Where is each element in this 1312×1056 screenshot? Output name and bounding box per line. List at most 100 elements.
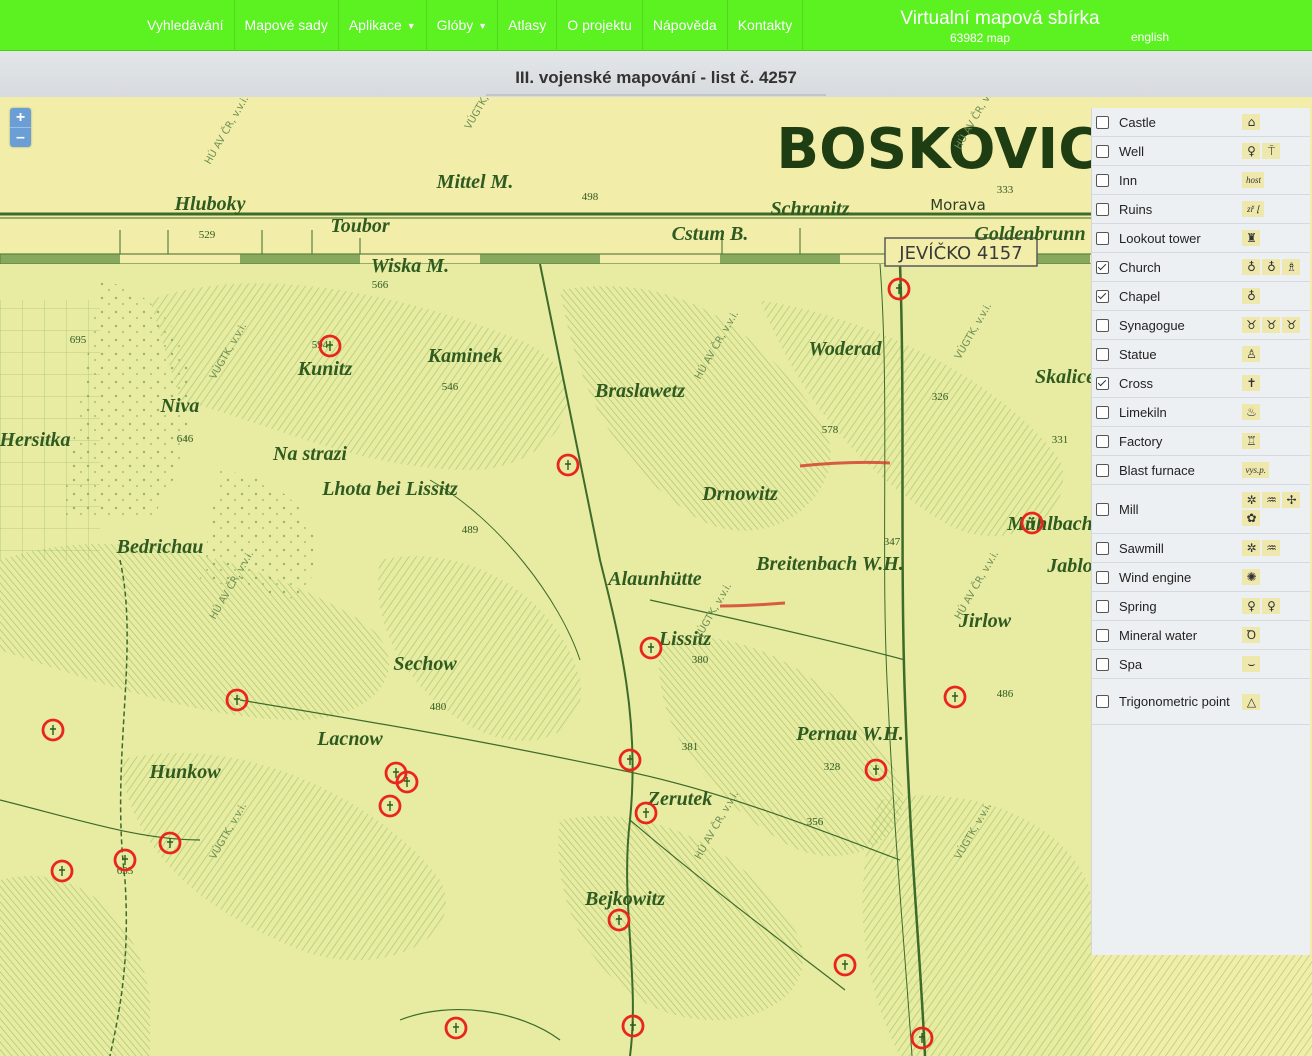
legend-checkbox[interactable] (1096, 599, 1109, 613)
elevation-label: 331 (1052, 434, 1069, 446)
legend-symbol-group: ♁ (1242, 288, 1310, 304)
legend-item-mill[interactable]: Mill ✲ ♒ ✢ ✿ (1092, 485, 1310, 534)
legend-checkbox[interactable] (1096, 202, 1109, 216)
legend-checkbox[interactable] (1096, 289, 1109, 303)
legend-item-blast-furnace[interactable]: Blast furnace vys.p. (1092, 456, 1310, 485)
map-symbol-icon: ♉ (1262, 317, 1281, 333)
map-symbol-icon: ♗ (1282, 259, 1301, 275)
nav-item-kontakty[interactable]: Kontakty (728, 0, 804, 51)
place-name: Breitenbach W.H. (755, 553, 904, 575)
legend-symbol-group: ✝ (1242, 375, 1310, 391)
place-name: Alaunhütte (606, 568, 702, 590)
place-name: Skalice (1035, 366, 1095, 388)
zoom-out-button[interactable]: – (10, 127, 31, 147)
place-name: Lacnow (316, 728, 383, 750)
map-symbol-icon: ♁ (1242, 259, 1261, 275)
legend-item-cross[interactable]: Cross ✝ (1092, 369, 1310, 398)
elevation-label: 646 (177, 433, 194, 445)
legend-label: Trigonometric point (1119, 694, 1230, 709)
legend-symbol-group: ♙ (1242, 346, 1310, 362)
legend-label: Synagogue (1119, 317, 1185, 333)
legend-checkbox[interactable] (1096, 405, 1109, 419)
elevation-label: 328 (824, 761, 841, 773)
zoom-in-button[interactable]: + (10, 108, 31, 127)
nav-item-atlasy[interactable]: Atlasy (498, 0, 558, 51)
legend-item-sawmill[interactable]: Sawmill ✲ ♒ (1092, 534, 1310, 563)
language-switch-link[interactable]: english (1131, 30, 1169, 44)
elevation-label: 347 (884, 536, 901, 548)
legend-item-lookout-tower[interactable]: Lookout tower ♜ (1092, 224, 1310, 253)
legend-checkbox[interactable] (1096, 541, 1109, 555)
nav-item-label: Kontakty (737, 17, 793, 33)
map-symbol-icon: ✲ (1242, 540, 1261, 556)
legend-item-synagogue[interactable]: Synagogue ♉ ♉ ♉ (1092, 311, 1310, 340)
legend-checkbox[interactable] (1096, 628, 1109, 642)
legend-symbol-group: ✲ ♒ (1242, 540, 1310, 556)
map-symbol-icon: vys.p. (1242, 462, 1269, 478)
legend-checkbox[interactable] (1096, 463, 1109, 477)
nav-item-vyhledávání[interactable]: Vyhledávání (137, 0, 235, 51)
legend-symbol-group: ♀ ⍑ (1242, 143, 1310, 159)
legend-item-inn[interactable]: Inn host (1092, 166, 1310, 195)
legend-item-castle[interactable]: Castle ⌂ (1092, 108, 1310, 137)
legend-checkbox[interactable] (1096, 376, 1109, 390)
place-name: Pernau W.H. (795, 723, 904, 745)
elevation-label: 326 (932, 391, 949, 403)
map-symbol-icon: ♉ (1242, 317, 1261, 333)
region-label: Morava (930, 196, 986, 214)
brand[interactable]: Virtualní mapová sbírka 63982 map (878, 8, 1122, 46)
place-name: Hersitka (0, 429, 71, 451)
sheet-title-bar: III. vojenské mapování - list č. 4257 (0, 51, 1312, 97)
legend-item-spring[interactable]: Spring ♀ ♀ (1092, 592, 1310, 621)
nav-item-label: O projektu (567, 17, 632, 33)
elevation-label: 486 (997, 688, 1014, 700)
legend-checkbox[interactable] (1096, 502, 1109, 516)
title-underline (486, 94, 826, 96)
place-name: Kaminek (427, 345, 502, 367)
legend-item-well[interactable]: Well ♀ ⍑ (1092, 137, 1310, 166)
legend-checkbox[interactable] (1096, 318, 1109, 332)
place-name: Schranitz (771, 198, 850, 220)
legend-item-spa[interactable]: Spa ⌣ (1092, 650, 1310, 679)
legend-checkbox[interactable] (1096, 434, 1109, 448)
place-name: Niva (160, 395, 200, 417)
legend-label: Limekiln (1119, 404, 1167, 420)
legend-item-statue[interactable]: Statue ♙ (1092, 340, 1310, 369)
legend-item-limekiln[interactable]: Limekiln ♨ (1092, 398, 1310, 427)
elevation-label: 356 (807, 816, 824, 828)
legend-checkbox[interactable] (1096, 695, 1109, 708)
legend-item-church[interactable]: Church ♁ ♁ ♗ (1092, 253, 1310, 282)
nav-item-glóby[interactable]: Glóby ▼ (427, 0, 499, 51)
map-symbol-icon: Ꝺ (1242, 627, 1261, 643)
map-symbol-icon: ✿ (1242, 510, 1261, 526)
legend-checkbox[interactable] (1096, 570, 1109, 584)
nav-item-nápověda[interactable]: Nápověda (643, 0, 728, 51)
map-symbol-icon: ♙ (1242, 346, 1261, 362)
place-name: Woderad (809, 338, 883, 360)
legend-checkbox[interactable] (1096, 115, 1109, 129)
legend-checkbox[interactable] (1096, 657, 1109, 671)
legend-checkbox[interactable] (1096, 231, 1109, 245)
nav-item-label: Vyhledávání (147, 17, 224, 33)
caret-down-icon: ▼ (478, 21, 488, 31)
nav-item-o-projektu[interactable]: O projektu (557, 0, 643, 51)
legend-item-wind-engine[interactable]: Wind engine ✺ (1092, 563, 1310, 592)
legend-checkbox[interactable] (1096, 260, 1109, 274)
place-name: Bejkowitz (584, 888, 665, 910)
legend-label: Cross (1119, 375, 1153, 391)
legend-item-factory[interactable]: Factory ♖ (1092, 427, 1310, 456)
place-name: Lhota bei Lissitz (321, 478, 458, 500)
legend-checkbox[interactable] (1096, 173, 1109, 187)
legend-item-ruins[interactable]: Ruins zř ⌊ (1092, 195, 1310, 224)
legend-label: Spring (1119, 598, 1157, 614)
legend-checkbox[interactable] (1096, 144, 1109, 158)
nav-item-aplikace[interactable]: Aplikace ▼ (339, 0, 427, 51)
nav-item-mapové-sady[interactable]: Mapové sady (235, 0, 339, 51)
map-symbol-icon: ✲ (1242, 492, 1261, 508)
legend-item-mineral-water[interactable]: Mineral water Ꝺ (1092, 621, 1310, 650)
legend-checkbox[interactable] (1096, 347, 1109, 361)
nav-item-label: Glóby (436, 17, 474, 33)
legend-item-chapel[interactable]: Chapel ♁ (1092, 282, 1310, 311)
legend-item-trigonometric-point[interactable]: Trigonometric point △ (1092, 679, 1310, 725)
sheet-title: III. vojenské mapování - list č. 4257 (515, 68, 797, 87)
